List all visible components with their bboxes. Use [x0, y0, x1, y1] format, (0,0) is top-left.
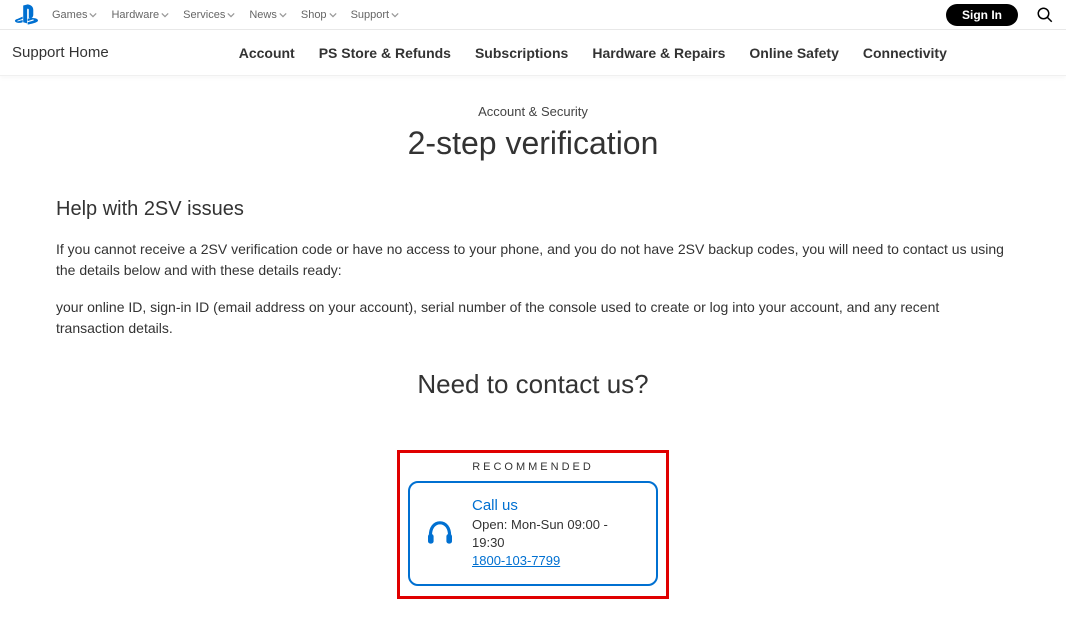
nav-label: Games: [52, 9, 87, 21]
chevron-down-icon: [391, 11, 399, 19]
support-home-link[interactable]: Support Home: [12, 44, 109, 61]
sign-in-button[interactable]: Sign In: [946, 4, 1018, 26]
contact-card-highlight: RECOMMENDED Call us Open: Mon-Sun 09:00 …: [397, 450, 669, 599]
playstation-logo-icon[interactable]: [12, 4, 40, 26]
main-content: Account & Security 2-step verification H…: [0, 76, 1066, 627]
recommended-label: RECOMMENDED: [408, 461, 658, 473]
contact-card[interactable]: Call us Open: Mon-Sun 09:00 - 19:30 1800…: [408, 481, 658, 586]
body-p1: If you cannot receive a 2SV verification…: [56, 239, 1010, 281]
sub-nav: Support Home Account PS Store & Refunds …: [0, 30, 1066, 76]
subnav-subscriptions[interactable]: Subscriptions: [475, 45, 568, 61]
chevron-down-icon: [329, 11, 337, 19]
contact-info: Call us Open: Mon-Sun 09:00 - 19:30 1800…: [472, 497, 642, 570]
top-nav-right: Sign In: [946, 4, 1054, 26]
top-nav-items: Games Hardware Services News Shop Suppor…: [52, 9, 946, 21]
page-title: 2-step verification: [56, 125, 1010, 162]
contact-heading: Need to contact us?: [56, 369, 1010, 400]
subnav-hardware[interactable]: Hardware & Repairs: [592, 45, 725, 61]
search-icon[interactable]: [1036, 6, 1054, 24]
nav-label: Services: [183, 9, 225, 21]
nav-games[interactable]: Games: [52, 9, 97, 21]
nav-label: News: [249, 9, 277, 21]
headset-icon: [424, 518, 456, 550]
nav-news[interactable]: News: [249, 9, 287, 21]
subnav-connectivity[interactable]: Connectivity: [863, 45, 947, 61]
nav-hardware[interactable]: Hardware: [111, 9, 169, 21]
nav-support[interactable]: Support: [351, 9, 400, 21]
nav-shop[interactable]: Shop: [301, 9, 337, 21]
body-p2: your online ID, sign-in ID (email addres…: [56, 297, 1010, 339]
chevron-down-icon: [161, 11, 169, 19]
chevron-down-icon: [89, 11, 97, 19]
sub-nav-items: Account PS Store & Refunds Subscriptions…: [239, 45, 947, 61]
breadcrumb: Account & Security: [56, 104, 1010, 119]
call-us-title: Call us: [472, 497, 642, 514]
section-heading: Help with 2SV issues: [56, 198, 1010, 221]
phone-link[interactable]: 1800-103-7799: [472, 553, 560, 568]
hours-text: Open: Mon-Sun 09:00 - 19:30: [472, 516, 642, 552]
nav-services[interactable]: Services: [183, 9, 235, 21]
chevron-down-icon: [227, 11, 235, 19]
nav-label: Support: [351, 9, 390, 21]
subnav-online-safety[interactable]: Online Safety: [749, 45, 838, 61]
nav-label: Shop: [301, 9, 327, 21]
nav-label: Hardware: [111, 9, 159, 21]
chevron-down-icon: [279, 11, 287, 19]
subnav-ps-store[interactable]: PS Store & Refunds: [319, 45, 451, 61]
top-nav: Games Hardware Services News Shop Suppor…: [0, 0, 1066, 30]
subnav-account[interactable]: Account: [239, 45, 295, 61]
